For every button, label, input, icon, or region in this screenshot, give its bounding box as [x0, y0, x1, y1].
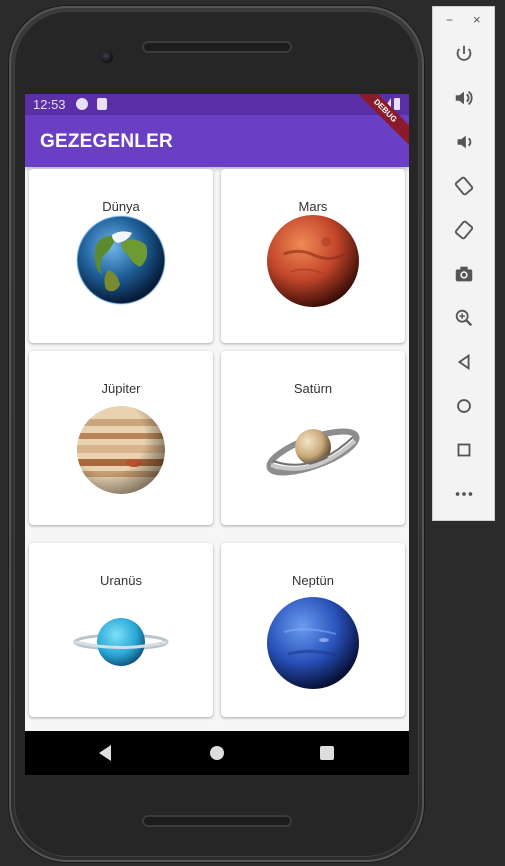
app-title: GEZEGENLER: [40, 131, 173, 152]
overview-icon: [457, 443, 471, 457]
bottom-speaker: [142, 815, 292, 827]
rotate-right-button[interactable]: [447, 213, 481, 247]
more-button[interactable]: [447, 477, 481, 511]
planet-name: Dünya: [102, 199, 140, 214]
emulator-toolbar: − ×: [432, 6, 495, 521]
nav-recents-icon[interactable]: [320, 746, 334, 760]
earpiece-speaker: [142, 41, 292, 53]
app-bar: GEZEGENLER: [25, 115, 409, 167]
rotate-left-button[interactable]: [447, 169, 481, 203]
home-button[interactable]: [447, 389, 481, 423]
volume-down-icon: [457, 135, 472, 149]
system-nav-bar: [25, 731, 409, 775]
nav-home-icon[interactable]: [210, 746, 224, 760]
flutter-notification-icon: [76, 98, 88, 110]
neptune-image: [267, 597, 359, 689]
planet-card-jupiter[interactable]: Jüpiter: [29, 351, 213, 525]
minimize-button[interactable]: −: [446, 13, 453, 27]
planet-card-neptune[interactable]: Neptün: [221, 543, 405, 717]
planet-card-saturn[interactable]: Satürn: [221, 351, 405, 525]
status-bar: 12:53: [25, 94, 409, 115]
planet-card-dunya[interactable]: Dünya: [29, 169, 213, 343]
planet-name: Neptün: [292, 573, 334, 588]
camera-icon: [455, 266, 473, 282]
rotate-right-icon: [454, 220, 474, 240]
zoom-icon: [455, 309, 473, 327]
more-icon: [455, 492, 473, 496]
device-screen: 12:53 GEZEGENLER DEBUG Dünya Mars Jüpite…: [25, 94, 409, 775]
sd-card-icon: [97, 98, 107, 110]
back-button[interactable]: [447, 345, 481, 379]
rotate-left-icon: [454, 176, 474, 196]
power-button[interactable]: [447, 37, 481, 71]
battery-icon: [394, 98, 400, 110]
uranus-image: [73, 618, 169, 666]
nav-back-icon[interactable]: [99, 745, 111, 761]
jupiter-image: [77, 406, 165, 494]
planet-name: Satürn: [293, 381, 333, 396]
earth-image: [76, 215, 166, 305]
close-button[interactable]: ×: [473, 12, 481, 27]
status-time: 12:53: [33, 97, 66, 112]
screenshot-button[interactable]: [447, 257, 481, 291]
zoom-button[interactable]: [447, 301, 481, 335]
overview-button[interactable]: [447, 433, 481, 467]
mars-image: [267, 215, 359, 307]
planet-card-mars[interactable]: Mars: [221, 169, 405, 343]
home-icon: [457, 399, 471, 413]
back-icon: [457, 353, 470, 371]
volume-up-button[interactable]: [447, 81, 481, 115]
planet-name: Jüpiter: [101, 381, 141, 396]
volume-down-button[interactable]: [447, 125, 481, 159]
planet-name: Uranüs: [100, 573, 142, 588]
volume-up-icon: [455, 90, 473, 106]
saturn-image: [266, 428, 360, 476]
toolbar-titlebar: − ×: [433, 7, 494, 33]
power-icon: [456, 45, 472, 61]
front-camera: [101, 51, 113, 63]
planet-name: Mars: [298, 199, 328, 214]
planet-card-uranus[interactable]: Uranüs: [29, 543, 213, 717]
